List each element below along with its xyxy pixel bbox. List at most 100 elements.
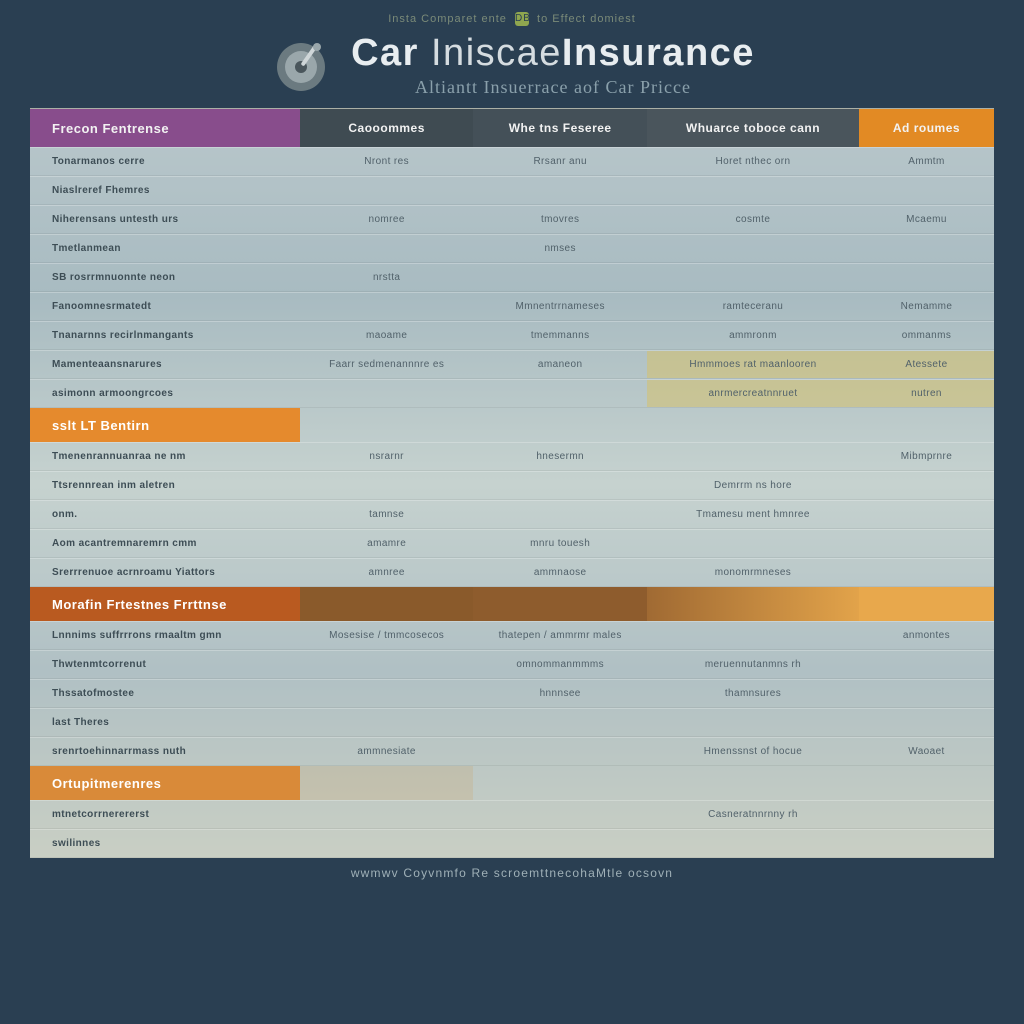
cell-plan-3: ammronm bbox=[647, 322, 859, 349]
cell-plan-2 bbox=[473, 264, 647, 291]
cell-plan-4: Mcaemu bbox=[859, 206, 994, 233]
cell-plan-3: Horet nthec orn bbox=[647, 148, 859, 175]
cell-plan-4: Waoaet bbox=[859, 738, 994, 765]
cell-plan-2 bbox=[473, 709, 647, 736]
cell-plan-4 bbox=[859, 680, 994, 707]
cell-plan-4 bbox=[859, 177, 994, 204]
cell-plan-4: ommanms bbox=[859, 322, 994, 349]
table-row: srenrtoehinnarrmass nuthammnesiateHmenss… bbox=[30, 737, 994, 766]
feature-name: Tmetlanmean bbox=[30, 235, 300, 262]
section-band-cell bbox=[473, 587, 647, 621]
header: Car IniscaeInsurance Altiantt Insuerrace… bbox=[30, 32, 994, 98]
cell-plan-3: Hmmmoes rat maanlooren bbox=[647, 351, 859, 378]
cell-plan-3 bbox=[647, 622, 859, 649]
table-row: Lnnnims suffrrrons rmaaltm gmnMosesise /… bbox=[30, 621, 994, 650]
cell-plan-3 bbox=[647, 709, 859, 736]
table-row: Thwtenmtcorrenut omnommanmmmsmeruennutanm… bbox=[30, 650, 994, 679]
table-row: FanoomnesrmatedtMmnentrrnamesesramtecera… bbox=[30, 292, 994, 321]
section-band-cell bbox=[300, 766, 474, 800]
table-row: onm.tamnseTmamesu ment hmnree bbox=[30, 500, 994, 529]
cell-plan-2 bbox=[473, 380, 647, 407]
feature-name: Thwtenmtcorrenut bbox=[30, 651, 300, 678]
cell-plan-2: tmemmanns bbox=[473, 322, 647, 349]
table-row: Tmenenrannuanraa ne nmnsrarnrhnesermnMib… bbox=[30, 442, 994, 471]
cell-plan-3: cosmte bbox=[647, 206, 859, 233]
cell-plan-3: Casneratnnrnny rh bbox=[647, 801, 859, 828]
cell-plan-3: meruennutanmns rh bbox=[647, 651, 859, 678]
feature-name: Lnnnims suffrrrons rmaaltm gmn bbox=[30, 622, 300, 649]
cell-plan-3: thamnsures bbox=[647, 680, 859, 707]
cell-plan-3: monomrmneses bbox=[647, 559, 859, 586]
cell-plan-4 bbox=[859, 530, 994, 557]
cell-plan-1: Nront res bbox=[300, 148, 474, 175]
cell-plan-3 bbox=[647, 177, 859, 204]
cell-plan-4 bbox=[859, 235, 994, 262]
feature-name: Srerrrenuoe acrnroamu Yiattors bbox=[30, 559, 300, 586]
feature-name: last Theres bbox=[30, 709, 300, 736]
cell-plan-2 bbox=[473, 177, 647, 204]
feature-name: Tonarmanos cerre bbox=[30, 148, 300, 175]
gauge-icon bbox=[269, 33, 333, 97]
section-band-label: Ortupitmerenres bbox=[30, 766, 300, 800]
cell-plan-1 bbox=[300, 177, 474, 204]
section-band-cell bbox=[859, 408, 994, 442]
cell-plan-2: omnommanmmms bbox=[473, 651, 647, 678]
cell-plan-1 bbox=[300, 380, 474, 407]
cell-plan-4: Ammtm bbox=[859, 148, 994, 175]
section-band-cell bbox=[300, 587, 474, 621]
section-band-cell bbox=[859, 587, 994, 621]
table-row: Tnanarnns recirlnmangantsmaoametmemmanns… bbox=[30, 321, 994, 350]
feature-name: srenrtoehinnarrmass nuth bbox=[30, 738, 300, 765]
cell-plan-1: nrstta bbox=[300, 264, 474, 291]
cell-plan-4 bbox=[859, 651, 994, 678]
cell-plan-4 bbox=[859, 472, 994, 499]
table-header: Frecon Fentrense Caooommes Whe tns Feser… bbox=[30, 109, 994, 147]
cell-plan-2: mnru touesh bbox=[473, 530, 647, 557]
cell-plan-1: amamre bbox=[300, 530, 474, 557]
cell-plan-3 bbox=[647, 235, 859, 262]
cell-plan-3 bbox=[647, 443, 859, 470]
cell-plan-1 bbox=[300, 472, 474, 499]
section-band: sslt LT Bentirn bbox=[30, 408, 994, 442]
feature-name: Ttsrennrean inm aletren bbox=[30, 472, 300, 499]
footer-url: wwmwv Coyvnmfo Re scroemttnecohaMtle ocs… bbox=[30, 866, 994, 880]
section-band-cell bbox=[473, 766, 647, 800]
cell-plan-2: hnesermn bbox=[473, 443, 647, 470]
feature-name: Tnanarnns recirlnmangants bbox=[30, 322, 300, 349]
col-plan-3: Whuarce toboce cann bbox=[647, 109, 859, 147]
feature-name: Tmenenrannuanraa ne nm bbox=[30, 443, 300, 470]
feature-name: Aom acantremnaremrn cmm bbox=[30, 530, 300, 557]
section-band-cell bbox=[647, 408, 859, 442]
cell-plan-1: amnree bbox=[300, 559, 474, 586]
col-plan-2: Whe tns Feseree bbox=[473, 109, 647, 147]
cell-plan-2: Mmnentrrnameses bbox=[473, 293, 647, 320]
feature-name: asimonn armoongrcoes bbox=[30, 380, 300, 407]
feature-name: mtnetcorrnerererst bbox=[30, 801, 300, 828]
comparison-table: Frecon Fentrense Caooommes Whe tns Feser… bbox=[30, 108, 994, 858]
cell-plan-4 bbox=[859, 709, 994, 736]
cell-plan-4 bbox=[859, 264, 994, 291]
feature-name: Niherensans untesth urs bbox=[30, 206, 300, 233]
col-plan-4: Ad roumes bbox=[859, 109, 994, 147]
cell-plan-2 bbox=[473, 738, 647, 765]
cell-plan-2: Rrsanr anu bbox=[473, 148, 647, 175]
cell-plan-4: Nemamme bbox=[859, 293, 994, 320]
section-band-label: sslt LT Bentirn bbox=[30, 408, 300, 442]
cell-plan-1: Faarr sedmenannnre es bbox=[300, 351, 474, 378]
cell-plan-3: Tmamesu ment hmnree bbox=[647, 501, 859, 528]
page-subtitle: Altiantt Insuerrace aof Car Pricce bbox=[351, 77, 755, 98]
cell-plan-1: Mosesise / tmmcosecos bbox=[300, 622, 474, 649]
cell-plan-1: maoame bbox=[300, 322, 474, 349]
cell-plan-1: ammnesiate bbox=[300, 738, 474, 765]
table-row: SB rosrrmnuonnte neonnrstta bbox=[30, 263, 994, 292]
cell-plan-2: nmses bbox=[473, 235, 647, 262]
table-row: Niaslreref Fhemres bbox=[30, 176, 994, 205]
table-row: Tmetlanmean nmses bbox=[30, 234, 994, 263]
cell-plan-3 bbox=[647, 264, 859, 291]
table-row: last Theres bbox=[30, 708, 994, 737]
cell-plan-1: nsrarnr bbox=[300, 443, 474, 470]
cell-plan-4: Atessete bbox=[859, 351, 994, 378]
cell-plan-4 bbox=[859, 501, 994, 528]
cell-plan-3 bbox=[647, 830, 859, 857]
feature-name: SB rosrrmnuonnte neon bbox=[30, 264, 300, 291]
